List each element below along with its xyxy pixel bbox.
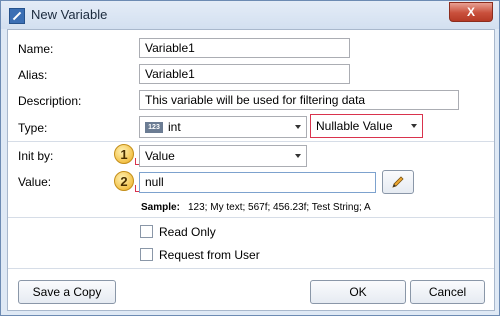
variable-icon [9,8,25,24]
nullable-value: Nullable Value [316,119,393,133]
divider [8,268,494,269]
init-by-value: Value [145,149,175,163]
init-by-label: Init by: [18,149,54,163]
title-bar: New Variable X [1,1,499,29]
value-label: Value: [18,175,52,189]
request-from-user-checkbox[interactable] [140,248,153,261]
read-only-checkbox[interactable] [140,225,153,238]
description-input[interactable]: This variable will be used for filtering… [139,90,459,110]
type-label: Type: [18,121,48,135]
type-value: int [168,120,181,134]
read-only-label: Read Only [159,225,216,239]
edit-value-button[interactable] [382,170,414,194]
name-input[interactable]: Variable1 [139,38,350,58]
close-button[interactable]: X [449,2,493,22]
dialog-title: New Variable [31,7,108,22]
sample-value: 123; My text; 567f; 456.23f; Test String… [188,202,371,213]
type-select[interactable]: 123 int [139,116,307,138]
value-input[interactable]: null [139,172,376,193]
chevron-down-icon [411,124,417,128]
request-from-user-label: Request from User [159,248,260,262]
step-1-badge: 1 [114,144,134,164]
divider [8,141,494,142]
chevron-down-icon [295,125,301,129]
new-variable-dialog: New Variable X Name: Variable1 Alias: Va… [0,0,500,316]
init-by-select[interactable]: Value [139,145,307,167]
int-type-icon: 123 [145,122,163,134]
save-a-copy-button[interactable]: Save a Copy [18,280,116,304]
chevron-down-icon [295,154,301,158]
dialog-body: Name: Variable1 Alias: Variable1 Descrip… [7,29,495,311]
description-label: Description: [18,94,82,108]
pencil-icon [392,176,404,188]
name-label: Name: [18,42,54,56]
divider [8,217,494,218]
alias-input[interactable]: Variable1 [139,64,350,84]
ok-button[interactable]: OK [310,280,406,304]
nullable-select[interactable]: Nullable Value [310,114,423,138]
sample-label: Sample: [141,202,180,213]
step-2-badge: 2 [114,171,134,191]
dialog-footer: Save a Copy OK Cancel [8,280,494,310]
alias-label: Alias: [18,68,48,82]
cancel-button[interactable]: Cancel [410,280,485,304]
